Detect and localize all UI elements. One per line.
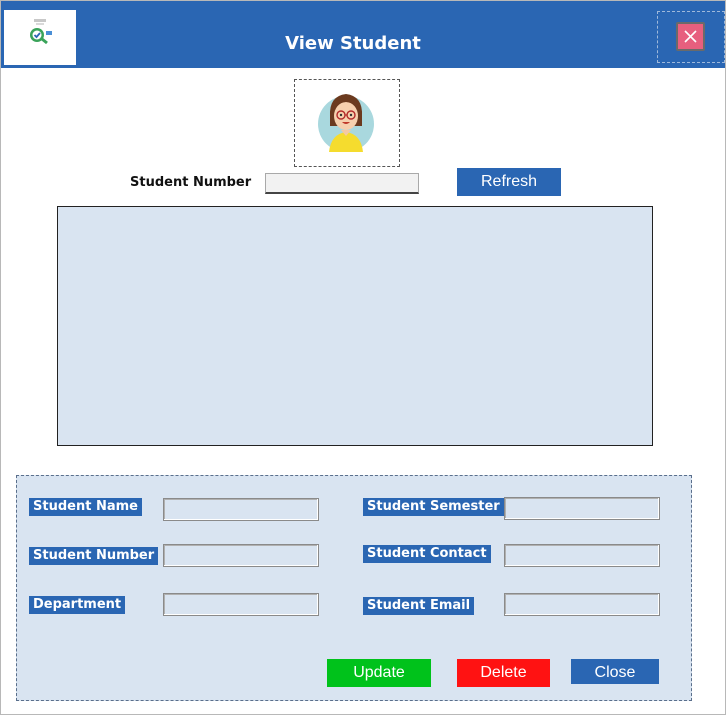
student-photo[interactable] [294, 79, 400, 167]
student-avatar-icon [318, 94, 374, 152]
window-title: View Student [285, 33, 421, 54]
department-label: Department [29, 596, 126, 614]
student-number-label: Student Number [29, 547, 159, 565]
close-icon [684, 30, 697, 43]
view-student-window: View Student Student Number Refresh Stud… [0, 0, 726, 715]
close-button[interactable]: Close [571, 659, 659, 684]
student-name-label: Student Name [29, 498, 142, 516]
department-input[interactable] [163, 593, 319, 616]
student-email-input[interactable] [504, 593, 660, 616]
student-data-grid[interactable] [57, 206, 653, 446]
student-contact-input[interactable] [504, 544, 660, 567]
title-bar: View Student [1, 1, 725, 68]
refresh-button[interactable]: Refresh [457, 168, 561, 196]
student-number-input[interactable] [163, 544, 319, 567]
search-student-number-input[interactable] [265, 173, 419, 194]
delete-button[interactable]: Delete [457, 659, 550, 687]
update-button[interactable]: Update [327, 659, 431, 687]
student-semester-label: Student Semester [363, 498, 504, 516]
close-window-button[interactable] [676, 22, 705, 51]
student-email-label: Student Email [363, 597, 475, 615]
search-student-number-label: Student Number [130, 175, 252, 190]
student-name-input[interactable] [163, 498, 319, 521]
student-contact-label: Student Contact [363, 545, 491, 563]
close-icon-frame [657, 11, 725, 63]
student-semester-input[interactable] [504, 497, 660, 520]
